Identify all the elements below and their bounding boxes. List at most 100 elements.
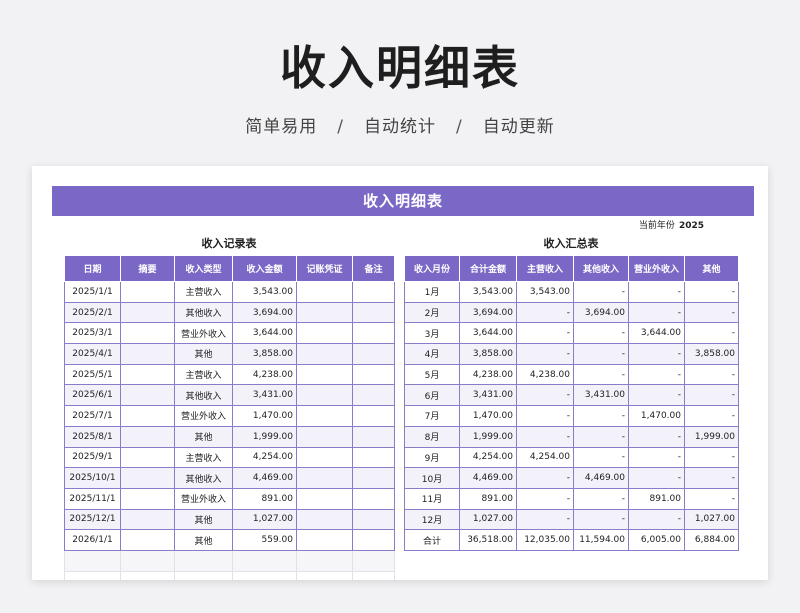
summary-cell[interactable]: 4,254.00 bbox=[516, 446, 574, 469]
record-cell[interactable]: 3,644.00 bbox=[232, 322, 297, 345]
summary-cell[interactable]: 11月 bbox=[404, 487, 460, 510]
record-cell[interactable]: 2025/11/1 bbox=[64, 487, 121, 510]
summary-cell[interactable]: - bbox=[684, 446, 739, 469]
summary-cell[interactable]: - bbox=[573, 405, 629, 427]
summary-cell[interactable]: - bbox=[684, 301, 739, 324]
summary-cell[interactable]: 4月 bbox=[404, 343, 460, 365]
record-cell[interactable] bbox=[352, 425, 395, 448]
summary-cell[interactable]: - bbox=[516, 487, 574, 510]
summary-cell[interactable]: 1,027.00 bbox=[684, 508, 739, 531]
summary-cell[interactable]: - bbox=[573, 508, 629, 531]
summary-cell[interactable]: - bbox=[628, 384, 685, 407]
record-cell[interactable] bbox=[120, 322, 175, 345]
summary-cell[interactable]: - bbox=[516, 405, 574, 427]
record-cell[interactable] bbox=[352, 384, 395, 407]
record-cell[interactable]: 3,858.00 bbox=[232, 343, 297, 365]
summary-cell[interactable]: - bbox=[573, 425, 629, 448]
summary-cell[interactable]: - bbox=[628, 343, 685, 365]
summary-cell[interactable]: 7月 bbox=[404, 405, 460, 427]
summary-cell[interactable]: 6,005.00 bbox=[628, 529, 685, 551]
record-cell[interactable] bbox=[120, 301, 175, 324]
summary-cell[interactable]: 891.00 bbox=[459, 487, 517, 510]
summary-cell[interactable]: - bbox=[573, 281, 629, 303]
record-cell[interactable]: 4,254.00 bbox=[232, 446, 297, 469]
summary-cell[interactable]: 3,644.00 bbox=[459, 322, 517, 345]
record-cell[interactable] bbox=[352, 467, 395, 489]
record-cell[interactable] bbox=[352, 529, 395, 551]
record-cell[interactable]: 2025/1/1 bbox=[64, 281, 121, 303]
summary-cell[interactable]: - bbox=[684, 467, 739, 489]
summary-cell[interactable]: 12月 bbox=[404, 508, 460, 531]
record-cell[interactable] bbox=[352, 446, 395, 469]
record-cell[interactable] bbox=[352, 343, 395, 365]
summary-cell[interactable]: 1,027.00 bbox=[459, 508, 517, 531]
summary-cell[interactable]: 5月 bbox=[404, 363, 460, 386]
summary-cell[interactable]: 891.00 bbox=[628, 487, 685, 510]
record-cell[interactable]: 2025/6/1 bbox=[64, 384, 121, 407]
summary-cell[interactable]: 36,518.00 bbox=[459, 529, 517, 551]
summary-cell[interactable]: 3,431.00 bbox=[573, 384, 629, 407]
summary-cell[interactable]: 9月 bbox=[404, 446, 460, 469]
summary-cell[interactable]: - bbox=[573, 446, 629, 469]
record-cell[interactable] bbox=[120, 384, 175, 407]
empty-cell[interactable] bbox=[174, 570, 233, 580]
summary-cell[interactable]: 1,999.00 bbox=[684, 425, 739, 448]
summary-cell[interactable]: - bbox=[516, 508, 574, 531]
record-cell[interactable]: 其他 bbox=[174, 425, 233, 448]
record-cell[interactable] bbox=[296, 363, 353, 386]
summary-cell[interactable]: - bbox=[628, 425, 685, 448]
record-cell[interactable] bbox=[120, 343, 175, 365]
summary-cell[interactable]: 4,238.00 bbox=[516, 363, 574, 386]
summary-cell[interactable]: 3,858.00 bbox=[684, 343, 739, 365]
summary-cell[interactable]: 3,694.00 bbox=[573, 301, 629, 324]
record-cell[interactable]: 1,999.00 bbox=[232, 425, 297, 448]
summary-cell[interactable]: - bbox=[628, 446, 685, 469]
record-cell[interactable] bbox=[120, 363, 175, 386]
summary-cell[interactable]: 11,594.00 bbox=[573, 529, 629, 551]
summary-cell[interactable]: 3,644.00 bbox=[628, 322, 685, 345]
record-cell[interactable] bbox=[296, 343, 353, 365]
summary-cell[interactable]: - bbox=[573, 363, 629, 386]
summary-cell[interactable]: 3月 bbox=[404, 322, 460, 345]
record-cell[interactable] bbox=[296, 281, 353, 303]
summary-cell[interactable]: - bbox=[628, 281, 685, 303]
empty-cell[interactable] bbox=[352, 570, 395, 580]
summary-cell[interactable]: 8月 bbox=[404, 425, 460, 448]
summary-cell[interactable]: 4,469.00 bbox=[573, 467, 629, 489]
summary-cell[interactable]: - bbox=[628, 467, 685, 489]
record-cell[interactable]: 2025/5/1 bbox=[64, 363, 121, 386]
record-cell[interactable]: 3,543.00 bbox=[232, 281, 297, 303]
record-cell[interactable]: 3,694.00 bbox=[232, 301, 297, 324]
record-cell[interactable]: 其他 bbox=[174, 343, 233, 365]
summary-cell[interactable]: 2月 bbox=[404, 301, 460, 324]
record-cell[interactable] bbox=[296, 487, 353, 510]
summary-cell[interactable]: - bbox=[573, 343, 629, 365]
summary-cell[interactable]: 1,470.00 bbox=[628, 405, 685, 427]
record-cell[interactable]: 主营收入 bbox=[174, 281, 233, 303]
summary-cell[interactable]: - bbox=[628, 301, 685, 324]
record-cell[interactable]: 其他收入 bbox=[174, 467, 233, 489]
record-cell[interactable]: 2025/4/1 bbox=[64, 343, 121, 365]
summary-cell[interactable]: 1,470.00 bbox=[459, 405, 517, 427]
empty-cell[interactable] bbox=[64, 570, 121, 580]
summary-cell[interactable]: - bbox=[516, 467, 574, 489]
record-cell[interactable]: 1,470.00 bbox=[232, 405, 297, 427]
summary-cell[interactable]: 3,543.00 bbox=[459, 281, 517, 303]
record-cell[interactable]: 主营收入 bbox=[174, 446, 233, 469]
record-cell[interactable] bbox=[352, 487, 395, 510]
record-cell[interactable]: 2025/7/1 bbox=[64, 405, 121, 427]
record-cell[interactable] bbox=[120, 487, 175, 510]
summary-cell[interactable]: 3,431.00 bbox=[459, 384, 517, 407]
record-cell[interactable]: 3,431.00 bbox=[232, 384, 297, 407]
summary-cell[interactable]: 合计 bbox=[404, 529, 460, 551]
summary-cell[interactable]: - bbox=[684, 487, 739, 510]
record-cell[interactable] bbox=[352, 301, 395, 324]
record-cell[interactable] bbox=[352, 508, 395, 531]
summary-cell[interactable]: 6,884.00 bbox=[684, 529, 739, 551]
empty-cell[interactable] bbox=[174, 549, 233, 572]
record-cell[interactable] bbox=[352, 405, 395, 427]
record-cell[interactable] bbox=[296, 508, 353, 531]
record-cell[interactable]: 2025/10/1 bbox=[64, 467, 121, 489]
summary-cell[interactable]: - bbox=[628, 363, 685, 386]
summary-cell[interactable]: - bbox=[573, 487, 629, 510]
